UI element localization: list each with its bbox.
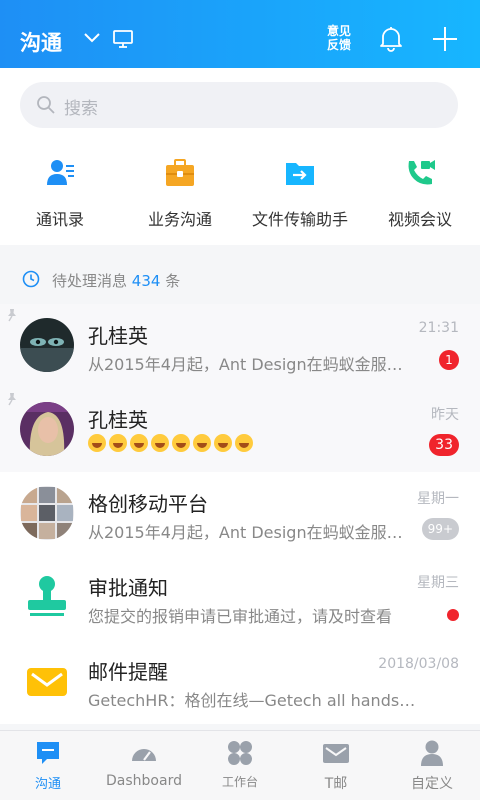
app-screen: 沟通 意见反馈 搜索 通讯录 业务沟通 文件传输助手 视频会议 待处理消息 43… bbox=[0, 0, 480, 800]
laughing-emoji-icon bbox=[130, 433, 148, 452]
tab-label: 沟通 bbox=[34, 777, 61, 792]
pending-suffix: 条 bbox=[165, 272, 181, 290]
message-time: 星期三 bbox=[417, 575, 459, 591]
message-row[interactable]: 孔桂英 21:31 从2015年4月起，Ant Design在蚂蚁金服中后台产品… bbox=[0, 304, 480, 388]
laughing-emoji-icon bbox=[109, 433, 127, 452]
unread-badge: 1 bbox=[439, 350, 459, 370]
search-placeholder: 搜索 bbox=[64, 99, 98, 119]
unread-badge: 33 bbox=[429, 434, 459, 456]
bottom-tab-bar: 沟通 Dashboard 工作台 T邮 自定义 bbox=[0, 730, 480, 800]
message-time: 21:31 bbox=[418, 320, 459, 336]
message-preview: GetechHR：格创在线—Getech all hands meeting bbox=[88, 691, 418, 710]
clock-icon bbox=[22, 270, 40, 288]
page-title: 沟通 bbox=[20, 31, 62, 55]
top-header: 沟通 意见反馈 bbox=[0, 0, 480, 68]
group-name: 格创移动平台 bbox=[88, 492, 208, 516]
laughing-emoji-icon bbox=[193, 433, 211, 452]
pending-messages-bar[interactable]: 待处理消息 434 条 bbox=[0, 256, 480, 304]
pending-prefix: 待处理消息 bbox=[52, 272, 128, 290]
avatar bbox=[20, 318, 74, 372]
tab-mail[interactable]: T邮 bbox=[288, 731, 384, 800]
contact-name: 孔桂英 bbox=[88, 324, 148, 348]
tab-label: Dashboard bbox=[106, 773, 182, 789]
bell-icon[interactable] bbox=[377, 24, 405, 52]
message-preview: 从2015年4月起，Ant Design在蚂蚁金服中后台产品线迅速推广 bbox=[88, 355, 418, 374]
tab-workbench[interactable]: 工作台 bbox=[192, 731, 288, 800]
quick-actions: 通讯录 业务沟通 文件传输助手 视频会议 bbox=[0, 150, 480, 245]
quick-action-video[interactable]: 视频会议 bbox=[360, 150, 480, 245]
emoji-preview bbox=[88, 432, 418, 452]
message-preview: 从2015年4月起，Ant Design在蚂蚁金服中后台产品线迅速推广 bbox=[88, 523, 418, 542]
quick-action-file-transfer[interactable]: 文件传输助手 bbox=[240, 150, 360, 245]
tab-custom[interactable]: 自定义 bbox=[384, 731, 480, 800]
laughing-emoji-icon bbox=[88, 433, 106, 452]
unread-badge: 99+ bbox=[421, 518, 459, 540]
message-time: 星期一 bbox=[417, 491, 459, 507]
message-row[interactable]: 孔桂英 昨天 33 bbox=[0, 388, 480, 472]
message-row[interactable]: 审批通知 星期三 您提交的报销申请已审批通过，请及时查看 bbox=[0, 556, 480, 640]
stamp-icon bbox=[20, 570, 74, 624]
laughing-emoji-icon bbox=[151, 433, 169, 452]
unread-dot bbox=[447, 609, 459, 621]
feedback-button[interactable]: 意见反馈 bbox=[322, 24, 356, 52]
contacts-icon bbox=[47, 160, 74, 185]
group-avatar bbox=[20, 486, 74, 540]
notification-name: 审批通知 bbox=[88, 576, 168, 600]
quick-action-contacts[interactable]: 通讯录 bbox=[0, 150, 120, 245]
envelope-icon bbox=[20, 654, 74, 708]
notification-name: 邮件提醒 bbox=[88, 660, 168, 684]
video-call-icon bbox=[408, 160, 435, 185]
message-time: 2018/03/08 bbox=[378, 656, 459, 672]
quick-action-label: 文件传输助手 bbox=[251, 210, 348, 229]
quick-action-label: 视频会议 bbox=[387, 210, 452, 229]
laughing-emoji-icon bbox=[172, 433, 190, 452]
contact-name: 孔桂英 bbox=[88, 408, 148, 432]
quick-action-label: 业务沟通 bbox=[147, 210, 212, 229]
tab-label: T邮 bbox=[324, 776, 348, 792]
message-row[interactable]: 格创移动平台 星期一 从2015年4月起，Ant Design在蚂蚁金服中后台产… bbox=[0, 472, 480, 556]
pin-icon bbox=[8, 393, 16, 406]
quick-action-business[interactable]: 业务沟通 bbox=[120, 150, 240, 245]
quick-action-label: 通讯录 bbox=[35, 210, 84, 229]
tab-dashboard[interactable]: Dashboard bbox=[96, 731, 192, 800]
dashboard-icon bbox=[132, 749, 156, 761]
briefcase-icon bbox=[166, 159, 194, 186]
pin-icon bbox=[8, 309, 16, 322]
tab-label: 工作台 bbox=[221, 775, 258, 789]
avatar bbox=[20, 402, 74, 456]
chat-icon bbox=[37, 742, 59, 764]
plus-icon[interactable] bbox=[431, 25, 459, 53]
tab-chat[interactable]: 沟通 bbox=[0, 731, 96, 800]
user-icon bbox=[421, 740, 443, 766]
monitor-icon[interactable] bbox=[112, 28, 134, 50]
message-row[interactable]: 邮件提醒 2018/03/08 GetechHR：格创在线—Getech all… bbox=[0, 640, 480, 724]
message-time: 昨天 bbox=[431, 407, 459, 423]
folder-transfer-icon bbox=[286, 163, 314, 185]
message-preview: 您提交的报销申请已审批通过，请及时查看 bbox=[88, 607, 393, 626]
pending-text: 待处理消息 434 条 bbox=[52, 270, 180, 291]
search-section: 搜索 bbox=[0, 68, 480, 150]
laughing-emoji-icon bbox=[214, 433, 232, 452]
chevron-down-icon[interactable] bbox=[83, 30, 101, 46]
laughing-emoji-icon bbox=[235, 433, 253, 452]
workbench-icon bbox=[228, 741, 252, 765]
mail-icon bbox=[323, 744, 349, 763]
tab-label: 自定义 bbox=[411, 776, 453, 792]
pending-count: 434 bbox=[131, 272, 161, 290]
search-input[interactable]: 搜索 bbox=[20, 82, 458, 128]
search-icon bbox=[37, 96, 55, 114]
